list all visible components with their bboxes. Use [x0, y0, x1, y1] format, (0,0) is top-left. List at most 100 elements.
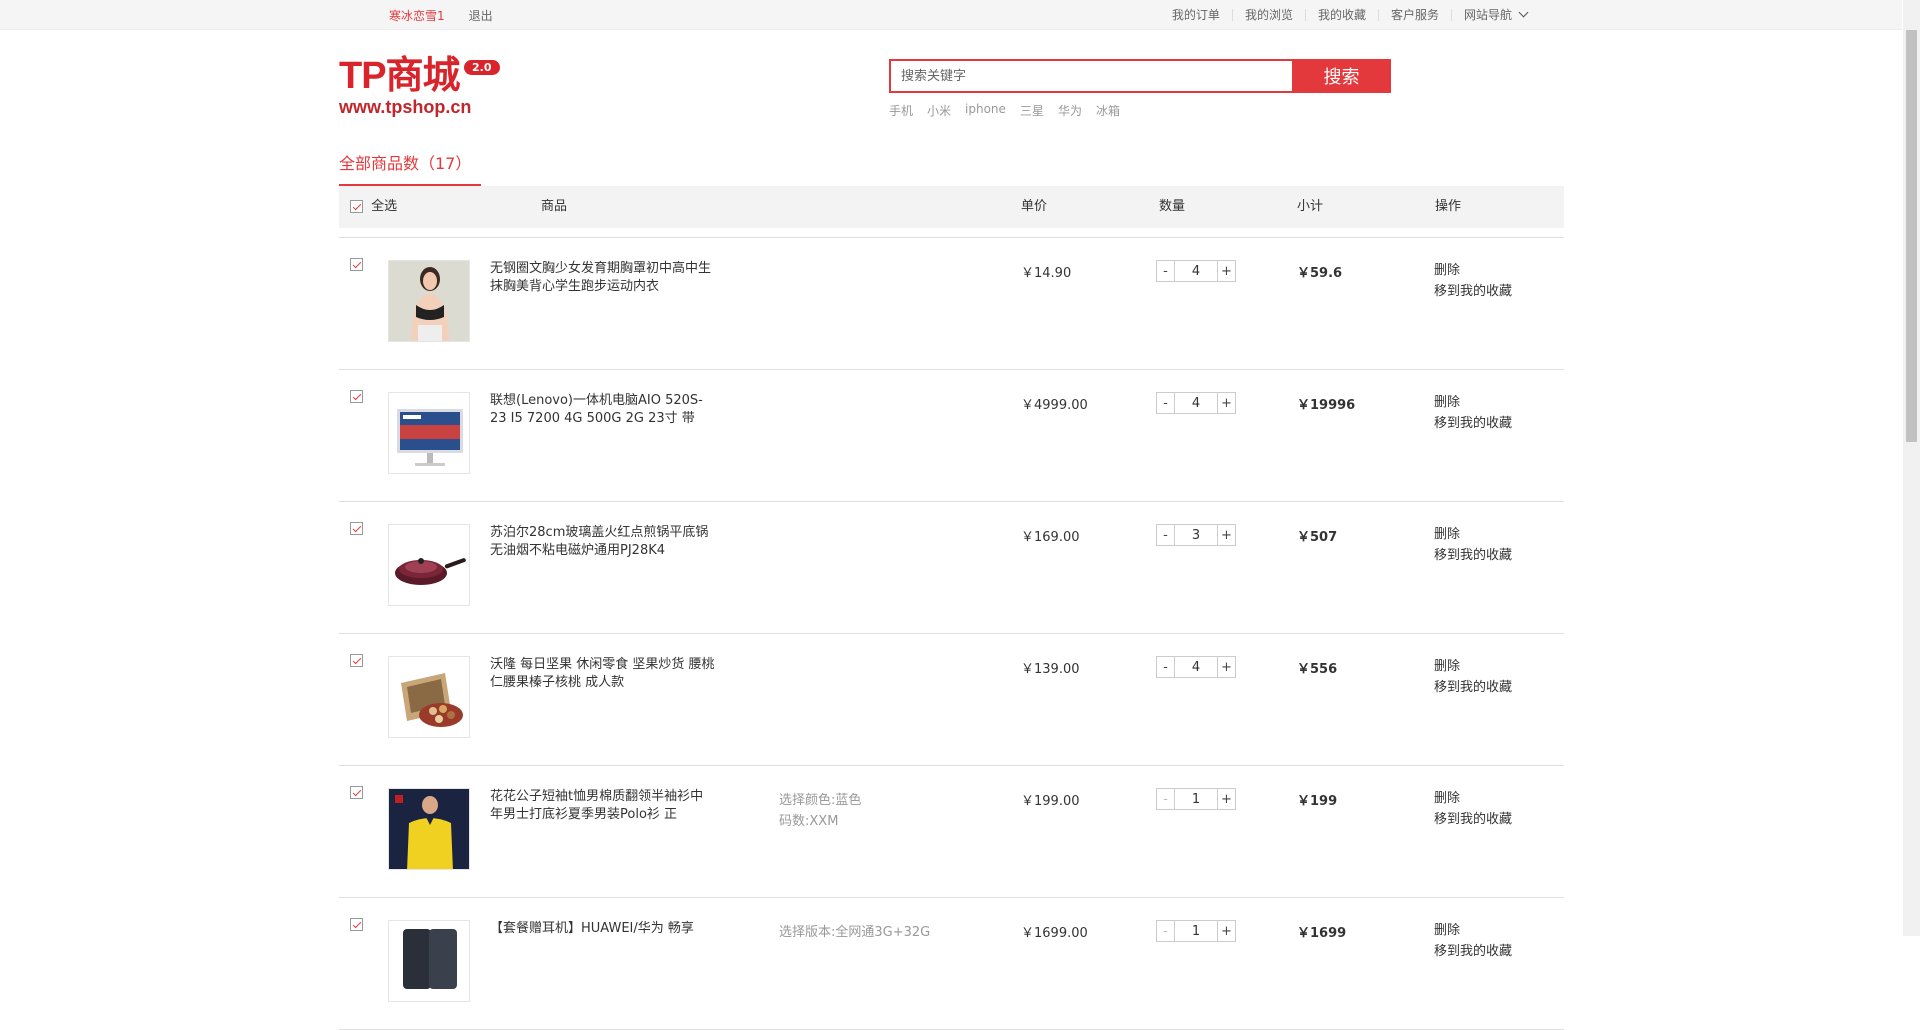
item-checkbox[interactable] — [350, 654, 363, 667]
move-to-favorites-link[interactable]: 移到我的收藏 — [1434, 809, 1512, 830]
product-title-link[interactable]: 花花公子短袖t恤男棉质翻领半袖衫中年男士打底衫夏季男装Polo衫 正 — [490, 788, 715, 824]
unit-price: ￥4999.00 — [1021, 398, 1088, 413]
item-checkbox[interactable] — [350, 918, 363, 931]
hot-keyword[interactable]: 华为 — [1058, 102, 1082, 119]
search-input[interactable] — [889, 59, 1292, 93]
product-title-link[interactable]: 苏泊尔28cm玻璃盖火红点煎锅平底锅无油烟不粘电磁炉通用PJ28K4 — [490, 524, 715, 560]
delete-link[interactable]: 删除 — [1434, 524, 1512, 545]
logo-version-badge: 2.0 — [464, 60, 500, 75]
subtotal: ￥199 — [1297, 794, 1338, 809]
unit-price: ￥169.00 — [1021, 530, 1080, 545]
cart-item-row: 沃隆 每日坚果 休闲零食 坚果炒货 腰桃仁腰果榛子核桃 成人款 ￥139.00 … — [339, 634, 1564, 766]
product-image[interactable] — [388, 524, 470, 606]
quantity-input[interactable]: 4 — [1175, 260, 1217, 282]
increase-button[interactable]: + — [1217, 260, 1236, 282]
subtotal: ￥556 — [1297, 662, 1338, 677]
logo-url: www.tpshop.cn — [339, 97, 472, 117]
product-title-link[interactable]: 无钢圈文胸少女发育期胸罩初中高中生抹胸美背心学生跑步运动内衣 — [490, 260, 715, 296]
product-title-link[interactable]: 【套餐赠耳机】HUAWEI/华为 畅享 — [490, 920, 715, 938]
spec-version: 选择版本:全网通3G+32G — [779, 925, 931, 940]
product-image[interactable] — [388, 260, 470, 342]
move-to-favorites-link[interactable]: 移到我的收藏 — [1434, 413, 1512, 434]
hot-keyword[interactable]: 小米 — [927, 102, 951, 119]
product-title-link[interactable]: 沃隆 每日坚果 休闲零食 坚果炒货 腰桃仁腰果榛子核桃 成人款 — [490, 656, 715, 692]
move-to-favorites-link[interactable]: 移到我的收藏 — [1434, 941, 1512, 962]
decrease-button[interactable]: - — [1156, 656, 1175, 678]
decrease-button[interactable]: - — [1156, 788, 1175, 810]
select-all[interactable]: 全选 — [350, 186, 397, 228]
page-scrollbar[interactable] — [1903, 0, 1920, 936]
product-title-link[interactable]: 联想(Lenovo)一体机电脑AIO 520S-23 I5 7200 4G 50… — [490, 392, 715, 428]
decrease-button[interactable]: - — [1156, 920, 1175, 942]
quantity-input[interactable]: 4 — [1175, 656, 1217, 678]
item-checkbox[interactable] — [350, 390, 363, 403]
item-checkbox[interactable] — [350, 786, 363, 799]
hot-keyword[interactable]: iphone — [965, 102, 1006, 119]
unit-price: ￥199.00 — [1021, 794, 1080, 809]
delete-link[interactable]: 删除 — [1434, 788, 1512, 809]
top-bar: 寒冰恋雪1 退出 我的订单 我的浏览 我的收藏 客户服务 网站导航 — [0, 0, 1902, 30]
unit-price: ￥139.00 — [1021, 662, 1080, 677]
hot-keyword[interactable]: 手机 — [889, 102, 913, 119]
quantity-input[interactable]: 4 — [1175, 392, 1217, 414]
my-orders-link[interactable]: 我的订单 — [1160, 9, 1232, 21]
increase-button[interactable]: + — [1217, 788, 1236, 810]
delete-link[interactable]: 删除 — [1434, 260, 1512, 281]
increase-button[interactable]: + — [1217, 656, 1236, 678]
item-checkbox[interactable] — [350, 522, 363, 535]
decrease-button[interactable]: - — [1156, 524, 1175, 546]
product-image[interactable] — [388, 920, 470, 1002]
hot-keyword[interactable]: 冰箱 — [1096, 102, 1120, 119]
cart-table-header: 全选 商品 单价 数量 小计 操作 — [339, 186, 1564, 228]
site-logo[interactable]: TP商城 2.0 www.tpshop.cn — [339, 56, 509, 122]
delete-link[interactable]: 删除 — [1434, 392, 1512, 413]
product-image[interactable] — [388, 788, 470, 870]
increase-button[interactable]: + — [1217, 524, 1236, 546]
move-to-favorites-link[interactable]: 移到我的收藏 — [1434, 677, 1512, 698]
subtotal: ￥1699 — [1297, 926, 1347, 941]
cart-item-row: 联想(Lenovo)一体机电脑AIO 520S-23 I5 7200 4G 50… — [339, 370, 1564, 502]
quantity-input[interactable]: 3 — [1175, 524, 1217, 546]
item-actions: 删除 移到我的收藏 — [1434, 656, 1512, 698]
move-to-favorites-link[interactable]: 移到我的收藏 — [1434, 281, 1512, 302]
move-to-favorites-link[interactable]: 移到我的收藏 — [1434, 545, 1512, 566]
cart-item-row: 花花公子短袖t恤男棉质翻领半袖衫中年男士打底衫夏季男装Polo衫 正 选择颜色:… — [339, 766, 1564, 898]
logout-link[interactable]: 退出 — [469, 7, 493, 24]
subtotal: ￥59.6 — [1297, 266, 1343, 281]
username-link[interactable]: 寒冰恋雪1 — [389, 7, 445, 24]
delete-link[interactable]: 删除 — [1434, 656, 1512, 677]
column-actions: 操作 — [1435, 199, 1462, 214]
select-all-checkbox[interactable] — [350, 200, 363, 213]
search-button[interactable]: 搜索 — [1292, 59, 1391, 93]
item-checkbox[interactable] — [350, 258, 363, 271]
customer-service-link[interactable]: 客户服务 — [1377, 9, 1451, 21]
quantity-stepper: - 4 + — [1156, 656, 1236, 678]
chevron-down-icon — [1518, 7, 1529, 18]
delete-link[interactable]: 删除 — [1434, 920, 1512, 941]
spec-color: 选择颜色:蓝色 — [779, 793, 862, 808]
column-product: 商品 — [541, 199, 568, 214]
increase-button[interactable]: + — [1217, 920, 1236, 942]
cart-item-row: 【套餐赠耳机】HUAWEI/华为 畅享 选择版本:全网通3G+32G ￥1699… — [339, 898, 1564, 1030]
item-actions: 删除 移到我的收藏 — [1434, 920, 1512, 962]
select-all-label: 全选 — [371, 199, 398, 214]
spec-size: 码数:XXM — [779, 814, 839, 829]
increase-button[interactable]: + — [1217, 392, 1236, 414]
my-favorites-link[interactable]: 我的收藏 — [1304, 9, 1378, 21]
hot-keyword[interactable]: 三星 — [1020, 102, 1044, 119]
subtotal: ￥507 — [1297, 530, 1338, 545]
my-history-link[interactable]: 我的浏览 — [1231, 9, 1305, 21]
column-subtotal: 小计 — [1297, 199, 1324, 214]
unit-price: ￥1699.00 — [1021, 926, 1088, 941]
site-nav-menu[interactable]: 网站导航 — [1450, 7, 1539, 21]
tab-all-items[interactable]: 全部商品数（17） — [339, 150, 482, 186]
product-image[interactable] — [388, 392, 470, 474]
product-image[interactable] — [388, 656, 470, 738]
decrease-button[interactable]: - — [1156, 260, 1175, 282]
decrease-button[interactable]: - — [1156, 392, 1175, 414]
item-actions: 删除 移到我的收藏 — [1434, 788, 1512, 830]
scrollbar-thumb[interactable] — [1906, 30, 1917, 442]
quantity-stepper: - 1 + — [1156, 788, 1236, 810]
quantity-input[interactable]: 1 — [1175, 788, 1217, 810]
quantity-input[interactable]: 1 — [1175, 920, 1217, 942]
